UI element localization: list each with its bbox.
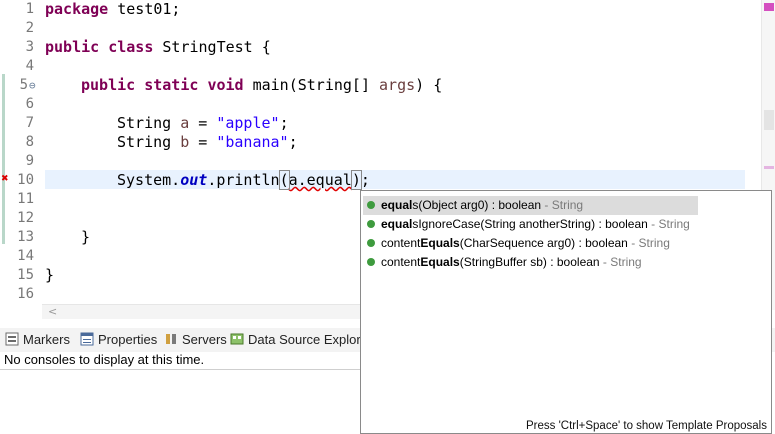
properties-icon: [80, 332, 94, 346]
console-message: No consoles to display at this time.: [4, 352, 205, 367]
proposal-item[interactable]: contentEquals(StringBuffer sb) : boolean…: [363, 253, 698, 272]
code-line: public class StringTest {: [45, 38, 271, 56]
line-number: 9: [25, 153, 34, 169]
tab-data-source-explorer[interactable]: Data Source Explore: [230, 331, 368, 349]
error-overview-mark[interactable]: [764, 166, 774, 169]
line-number: 13: [17, 229, 34, 245]
scroll-left-icon[interactable]: <: [48, 305, 57, 318]
error-overview-icon[interactable]: [764, 3, 774, 11]
line-number: 5: [19, 77, 28, 93]
code-line: String a = "apple";: [117, 114, 289, 132]
code-line: public static void main(String[] args) {: [81, 76, 443, 94]
tab-properties[interactable]: Properties: [80, 331, 157, 349]
code-line: package test01;: [45, 0, 181, 18]
line-number: 2: [25, 20, 34, 36]
line-number: 11: [17, 191, 34, 207]
line-number: 10: [17, 172, 34, 188]
line-number: 15: [17, 267, 34, 283]
code-line-active[interactable]: System.out.println(a.equal);: [117, 170, 370, 190]
tab-markers[interactable]: Markers: [5, 331, 70, 349]
proposal-item[interactable]: contentEquals(CharSequence arg0) : boole…: [363, 234, 698, 253]
line-number: 6: [25, 96, 34, 112]
divider: [0, 369, 360, 370]
line-number-gutter: 1 2 3 4 5 ⊖ 6 7 8 9 ✖ 10 11 12 13 14 15 …: [0, 0, 42, 304]
content-assist-popup[interactable]: equals(Object arg0) : boolean - String e…: [360, 190, 772, 434]
proposal-hint: Press 'Ctrl+Space' to show Template Prop…: [525, 420, 767, 432]
line-number: 16: [17, 286, 34, 302]
line-number: 8: [25, 134, 34, 150]
line-number: 14: [17, 248, 34, 264]
public-method-icon: [367, 201, 375, 209]
line-number: 12: [17, 210, 34, 226]
line-number: 4: [25, 58, 34, 74]
line-number: 3: [25, 39, 34, 55]
servers-icon: [166, 334, 176, 344]
collapse-icon[interactable]: ⊖: [29, 76, 36, 95]
code-line: }: [81, 228, 91, 246]
data-source-icon: [230, 333, 244, 345]
scroll-thumb[interactable]: [764, 110, 774, 130]
line-number: 7: [25, 115, 34, 131]
proposal-item[interactable]: equalsIgnoreCase(String anotherString) :…: [363, 215, 698, 234]
line-number: 1: [25, 1, 34, 17]
markers-icon: [5, 332, 19, 346]
proposal-item[interactable]: equals(Object arg0) : boolean - String: [363, 196, 698, 215]
public-method-icon: [367, 239, 375, 247]
code-line: }: [45, 266, 55, 284]
public-method-icon: [367, 220, 375, 228]
tab-servers[interactable]: Servers: [164, 331, 227, 349]
code-line: String b = "banana";: [117, 133, 298, 151]
public-method-icon: [367, 258, 375, 266]
